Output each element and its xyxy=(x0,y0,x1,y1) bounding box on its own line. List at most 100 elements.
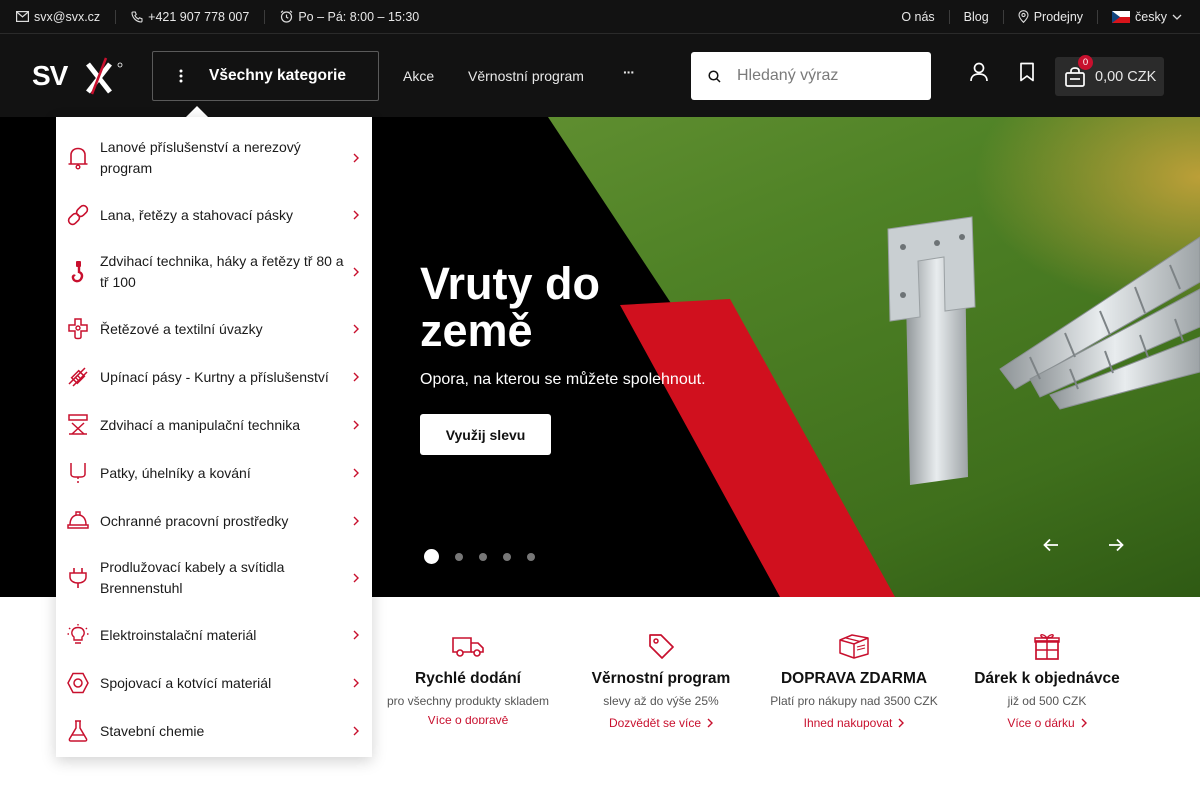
arrow-left-icon xyxy=(1043,538,1058,552)
benefit-title: Dárek k objednávce xyxy=(974,670,1120,687)
chevron-right-icon xyxy=(350,630,362,640)
benefit-link-label: Více o dárku xyxy=(1007,716,1075,730)
map-pin-icon xyxy=(1018,10,1029,23)
phone-icon xyxy=(131,10,143,23)
benefit-link[interactable]: Více o dopravě xyxy=(428,716,509,724)
nut-icon xyxy=(56,671,100,695)
nav-loyalty-program[interactable]: Věrnostní program xyxy=(468,68,584,84)
search-input[interactable] xyxy=(737,67,917,85)
benefit-description: Platí pro nákupy nad 3500 CZK xyxy=(770,694,938,708)
slider-next-button[interactable] xyxy=(1096,525,1136,565)
category-item[interactable]: Zdvihací a manipulační technika xyxy=(56,404,372,446)
strap-icon xyxy=(56,365,100,389)
benefit-description: slevy až do výše 25% xyxy=(603,694,719,708)
category-item[interactable]: Elektroinstalační materiál xyxy=(56,614,372,656)
benefit-description: již od 500 CZK xyxy=(1007,694,1087,708)
language-selector[interactable]: česky xyxy=(1112,10,1182,24)
benefit-link-label: Ihned nakupovat xyxy=(803,716,893,730)
benefit-title: Věrnostní program xyxy=(591,670,731,687)
category-label: Stavební chemie xyxy=(100,722,205,739)
category-item[interactable]: Ochranné pracovní prostředky xyxy=(56,500,372,542)
bracket-icon xyxy=(56,461,100,485)
category-item[interactable]: Prodlužovací kabely a svítidla Brennenst… xyxy=(56,557,372,599)
czech-flag-icon xyxy=(1112,10,1131,23)
benefit-order-gift: Dárek k objednávce již od 500 CZK Více o… xyxy=(962,630,1132,732)
chevron-right-icon xyxy=(350,324,362,334)
category-item[interactable]: Zdvihací technika, háky a řetězy tř 80 a… xyxy=(56,251,372,293)
plug-icon xyxy=(56,566,100,590)
truck-icon xyxy=(383,630,553,662)
chevron-right-icon xyxy=(898,718,905,728)
category-label: Ochranné pracovní prostředky xyxy=(100,512,289,529)
all-categories-button[interactable]: Všechny kategorie xyxy=(152,51,379,118)
email-text: svx@svx.cz xyxy=(34,9,101,24)
category-label: Upínací pásy - Kurtny a příslušenství xyxy=(100,368,329,385)
slider-prev-button[interactable] xyxy=(1031,525,1071,565)
svx-logo[interactable]: SV xyxy=(32,56,124,96)
about-link[interactable]: O nás xyxy=(901,10,934,24)
divider xyxy=(1097,9,1099,24)
user-account-icon[interactable] xyxy=(970,62,988,87)
category-label: Patky, úhelníky a kování xyxy=(100,464,251,481)
benefit-free-shipping: DOPRAVA ZDARMA Platí pro nákupy nad 3500… xyxy=(769,630,939,732)
category-label: Spojovací a kotvící materiál xyxy=(100,674,272,691)
chevron-down-icon xyxy=(1172,14,1182,20)
slider-dot[interactable] xyxy=(479,552,487,561)
category-label: Lana, řetězy a stahovací pásky xyxy=(100,206,293,223)
cart-total: 0,00 CZK xyxy=(1095,68,1157,85)
benefit-title: Rychlé dodání xyxy=(415,670,521,687)
slider-dot[interactable] xyxy=(503,552,511,561)
chevron-right-icon xyxy=(350,420,362,430)
category-item[interactable]: Lana, řetězy a stahovací pásky xyxy=(56,194,372,236)
search-icon[interactable] xyxy=(691,69,737,83)
category-item[interactable]: Řetězové a textilní úvazky xyxy=(56,308,372,350)
category-label: Zdvihací technika, háky a řetězy tř 80 a… xyxy=(100,253,344,290)
slider-dot[interactable] xyxy=(527,552,535,561)
svg-text:SV: SV xyxy=(32,60,69,91)
stores-label: Prodejny xyxy=(1033,9,1084,24)
email-contact[interactable]: svx@svx.cz xyxy=(16,10,100,24)
chevron-right-icon xyxy=(707,718,714,728)
top-bar: svx@svx.cz +421 907 778 007 Po – Pá: 8:0… xyxy=(0,0,1200,34)
chevron-right-icon xyxy=(350,267,362,277)
cart-count-badge: 0 xyxy=(1078,54,1093,70)
categories-dropdown: Lanové příslušenství a nerezový program … xyxy=(56,117,372,757)
slider-dot[interactable] xyxy=(455,552,463,561)
benefit-loyalty-program: Věrnostní program slevy až do výše 25% D… xyxy=(576,630,746,732)
benefit-link[interactable]: Ihned nakupovat xyxy=(804,716,905,730)
category-label: Zdvihací a manipulační technika xyxy=(100,416,300,433)
blog-link[interactable]: Blog xyxy=(964,10,989,24)
package-box-icon xyxy=(769,630,939,662)
hook-icon xyxy=(56,260,100,284)
alarm-clock-icon xyxy=(280,10,293,23)
chevron-right-icon xyxy=(350,153,362,163)
arrow-right-icon xyxy=(1109,538,1124,552)
mail-icon xyxy=(16,11,29,22)
category-item[interactable]: Patky, úhelníky a kování xyxy=(56,452,372,494)
nav-sale[interactable]: Akce xyxy=(403,68,434,84)
chevron-right-icon xyxy=(350,726,362,736)
search-box[interactable] xyxy=(691,52,931,100)
divider xyxy=(115,9,117,24)
slider-dot[interactable] xyxy=(424,549,439,564)
category-item[interactable]: Stavební chemie xyxy=(56,710,372,752)
chevron-right-icon xyxy=(350,573,362,583)
hard-hat-icon xyxy=(56,509,100,533)
category-item[interactable]: Spojovací a kotvící materiál xyxy=(56,662,372,704)
benefit-link[interactable]: Dozvědět se více xyxy=(609,716,714,730)
bookmark-icon[interactable] xyxy=(1019,62,1035,87)
gift-icon xyxy=(962,630,1132,662)
stores-link[interactable]: Prodejny xyxy=(1018,10,1083,24)
category-item[interactable]: Upínací pásy - Kurtny a příslušenství xyxy=(56,356,372,398)
benefit-link[interactable]: Více o dárku xyxy=(1007,716,1087,730)
cart-button[interactable]: 0 0,00 CZK xyxy=(1055,54,1164,96)
vertical-dots-icon xyxy=(153,69,209,83)
phone-contact[interactable]: +421 907 778 007 xyxy=(131,10,249,24)
benefit-title: DOPRAVA ZDARMA xyxy=(780,670,928,687)
shopping-bag-icon: 0 xyxy=(1055,54,1095,87)
category-item[interactable]: Lanové příslušenství a nerezový program xyxy=(56,137,372,179)
nav-more-button[interactable]: ··· xyxy=(623,64,635,80)
phone-text: +421 907 778 007 xyxy=(148,9,250,24)
hero-cta-button[interactable]: Využij slevu xyxy=(420,414,551,455)
chevron-right-icon xyxy=(1081,718,1087,728)
